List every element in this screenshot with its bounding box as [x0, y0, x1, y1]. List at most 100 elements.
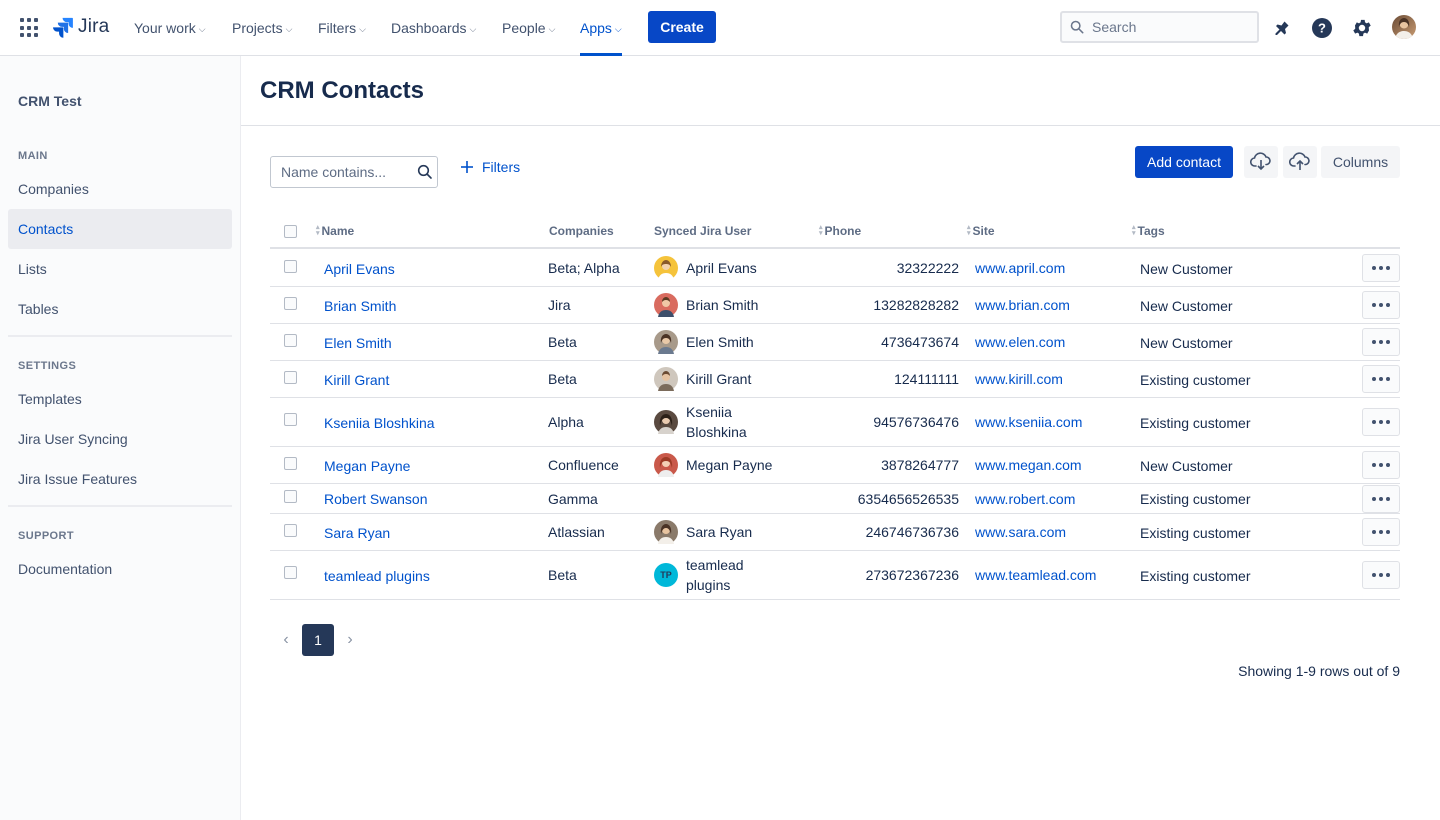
column-header-name[interactable]: ▴ ▾ Name: [316, 224, 354, 238]
row-checkbox[interactable]: [284, 566, 297, 579]
download-button[interactable]: [1244, 146, 1278, 178]
nav-people[interactable]: People ⌵: [502, 0, 555, 56]
filters-button[interactable]: Filters: [458, 156, 520, 178]
chevron-down-icon: ⌵: [285, 23, 293, 34]
cloud-download-icon: [1250, 152, 1271, 171]
contact-site-link[interactable]: www.brian.com: [975, 297, 1070, 313]
nav-apps[interactable]: Apps ⌵: [580, 0, 622, 56]
contact-name-link[interactable]: Elen Smith: [324, 335, 392, 351]
jira-logo[interactable]: Jira: [52, 16, 109, 38]
contact-site-link[interactable]: www.sara.com: [975, 524, 1066, 540]
row-checkbox[interactable]: [284, 457, 297, 470]
profile-avatar[interactable]: [1392, 15, 1416, 39]
more-actions-button[interactable]: [1362, 254, 1400, 282]
project-name: CRM Test: [18, 93, 82, 109]
columns-button[interactable]: Columns: [1321, 146, 1400, 178]
contact-tag: New Customer: [1140, 298, 1233, 314]
contact-name-link[interactable]: teamlead plugins: [324, 568, 430, 584]
contact-site-link[interactable]: www.megan.com: [975, 457, 1082, 473]
nav-your-work[interactable]: Your work ⌵: [134, 0, 206, 56]
row-checkbox[interactable]: [284, 371, 297, 384]
sidebar-item-tables[interactable]: Tables: [8, 289, 232, 329]
table-row: Kseniia Bloshkina Alpha Kseniia Bloshkina…: [270, 398, 1400, 447]
notifications-icon[interactable]: [1270, 16, 1294, 40]
row-checkbox[interactable]: [284, 334, 297, 347]
contact-name-link[interactable]: Kseniia Bloshkina: [324, 415, 435, 431]
row-checkbox[interactable]: [284, 490, 297, 503]
column-header-phone[interactable]: ▴ ▾ Phone: [819, 224, 861, 238]
contact-companies: Beta: [548, 567, 577, 583]
sidebar-item-jira-issue-features[interactable]: Jira Issue Features: [8, 459, 232, 499]
plus-icon: [461, 161, 473, 173]
more-actions-button[interactable]: [1362, 485, 1400, 513]
sidebar-item-jira-user-syncing[interactable]: Jira User Syncing: [8, 419, 232, 459]
synced-user: Sara Ryan: [654, 520, 766, 544]
sidebar-item-companies[interactable]: Companies: [8, 169, 232, 209]
row-checkbox[interactable]: [284, 524, 297, 537]
more-actions-button[interactable]: [1362, 408, 1400, 436]
contact-tag: Existing customer: [1140, 491, 1251, 507]
synced-user-name: Kseniia Bloshkina: [686, 402, 766, 442]
contact-site-link[interactable]: www.kseniia.com: [975, 414, 1082, 430]
contact-site-link[interactable]: www.teamlead.com: [975, 567, 1096, 583]
sidebar-section-settings: SETTINGS: [18, 360, 77, 372]
contact-site-link[interactable]: www.kirill.com: [975, 371, 1063, 387]
table-row: Robert Swanson Gamma 6354656526535 www.r…: [270, 484, 1400, 514]
column-header-site[interactable]: ▴ ▾ Site: [967, 224, 995, 238]
avatar: [654, 256, 678, 280]
create-button[interactable]: Create: [648, 11, 716, 43]
chevron-down-icon: ⌵: [359, 23, 366, 34]
nav-projects[interactable]: Projects ⌵: [232, 0, 292, 56]
sidebar-item-templates[interactable]: Templates: [8, 379, 232, 419]
search-input[interactable]: Search: [1060, 11, 1259, 43]
contact-name-link[interactable]: Brian Smith: [324, 298, 396, 314]
upload-button[interactable]: [1283, 146, 1317, 178]
help-icon[interactable]: ?: [1310, 16, 1334, 40]
synced-user-name-line1: Elen Smith: [686, 334, 754, 350]
app-switcher-icon[interactable]: [20, 18, 40, 38]
contact-name-link[interactable]: Sara Ryan: [324, 525, 390, 541]
select-all-checkbox[interactable]: [284, 225, 297, 238]
nav-filters[interactable]: Filters ⌵: [318, 0, 366, 56]
row-checkbox[interactable]: [284, 413, 297, 426]
contact-site-link[interactable]: www.april.com: [975, 260, 1065, 276]
sidebar-item-contacts[interactable]: Contacts: [8, 209, 232, 249]
contact-tag: New Customer: [1140, 335, 1233, 351]
previous-page-icon[interactable]: ‹: [276, 630, 296, 650]
synced-user-name-line2: plugins: [686, 577, 731, 593]
synced-user: April Evans: [654, 256, 766, 280]
page-number-button[interactable]: 1: [302, 624, 334, 656]
more-actions-button[interactable]: [1362, 451, 1400, 479]
avatar: [654, 520, 678, 544]
contact-phone: 3878264777: [881, 457, 959, 473]
add-contact-button[interactable]: Add contact: [1135, 146, 1233, 178]
more-actions-button[interactable]: [1362, 561, 1400, 589]
nav-dashboards[interactable]: Dashboards ⌵: [391, 0, 476, 56]
search-placeholder: Search: [1092, 19, 1137, 35]
sidebar-item-lists[interactable]: Lists: [8, 249, 232, 289]
name-filter-input[interactable]: Name contains...: [270, 156, 438, 188]
contact-name-link[interactable]: Kirill Grant: [324, 372, 389, 388]
column-header-tags[interactable]: ▴ ▾ Tags: [1132, 224, 1165, 238]
more-actions-button[interactable]: [1362, 365, 1400, 393]
contact-name-link[interactable]: Megan Payne: [324, 458, 410, 474]
contact-companies: Gamma: [548, 491, 598, 507]
contact-site-link[interactable]: www.elen.com: [975, 334, 1065, 350]
contact-name-link[interactable]: Robert Swanson: [324, 491, 428, 507]
column-header-label: Site: [972, 224, 995, 238]
more-actions-button[interactable]: [1362, 518, 1400, 546]
avatar-initials: TP: [660, 570, 672, 580]
row-checkbox[interactable]: [284, 260, 297, 273]
sort-icon: ▴ ▾: [967, 224, 971, 237]
avatar: [654, 410, 678, 434]
sidebar-item-documentation[interactable]: Documentation: [8, 549, 232, 589]
table-row: Megan Payne Confluence Megan Payne 38782…: [270, 447, 1400, 484]
more-actions-button[interactable]: [1362, 328, 1400, 356]
page-title: CRM Contacts: [260, 77, 425, 104]
more-actions-button[interactable]: [1362, 291, 1400, 319]
contact-name-link[interactable]: April Evans: [324, 261, 395, 277]
contact-site-link[interactable]: www.robert.com: [975, 491, 1075, 507]
row-checkbox[interactable]: [284, 297, 297, 310]
gear-icon[interactable]: [1350, 16, 1374, 40]
next-page-icon[interactable]: ›: [340, 630, 360, 650]
